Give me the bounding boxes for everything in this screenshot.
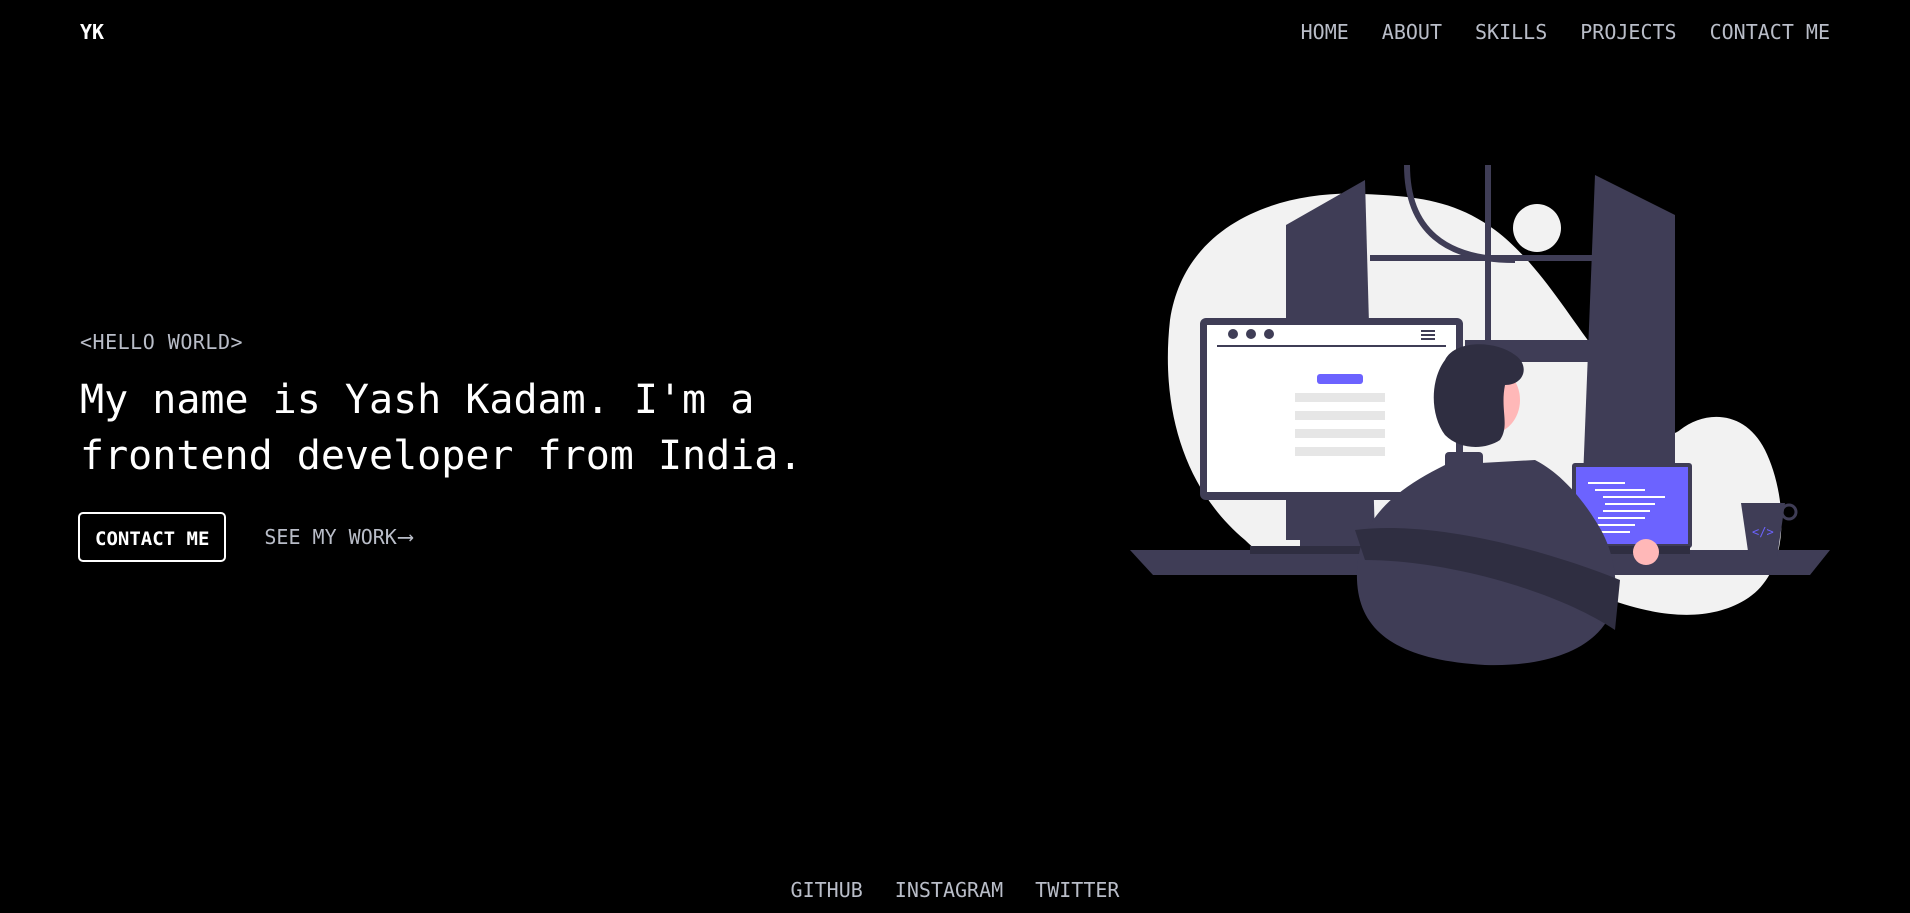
person-neck	[1445, 452, 1483, 472]
monitor-menu-icon-2	[1421, 334, 1435, 336]
developer-at-desk-illustration: </>	[1130, 164, 1830, 666]
monitor-line-2	[1295, 411, 1385, 420]
monitor-button-bar	[1317, 374, 1363, 384]
footer-social-links: GITHUB INSTAGRAM TWITTER	[0, 878, 1910, 902]
footer-link-twitter[interactable]: TWITTER	[1035, 878, 1119, 902]
monitor-menu-icon	[1421, 330, 1435, 332]
footer-link-github[interactable]: GITHUB	[791, 878, 863, 902]
code-brackets-icon: </>	[1752, 525, 1774, 539]
nav-home[interactable]: HOME	[1301, 20, 1349, 44]
monitor-base	[1250, 546, 1370, 554]
hero-actions: CONTACT ME SEE MY WORK ⟶	[78, 512, 412, 562]
see-my-work-link[interactable]: SEE MY WORK ⟶	[264, 525, 412, 550]
footer-link-instagram[interactable]: INSTAGRAM	[895, 878, 1003, 902]
monitor-screen	[1207, 325, 1456, 492]
contact-me-button[interactable]: CONTACT ME	[78, 512, 227, 562]
monitor-line-3	[1295, 429, 1385, 438]
monitor-menu-icon-3	[1421, 338, 1435, 340]
arrow-right-icon: ⟶	[398, 524, 413, 550]
mug-handle	[1780, 503, 1798, 521]
monitor-dot-2	[1246, 329, 1256, 339]
moon	[1513, 204, 1561, 252]
nav-skills[interactable]: SKILLS	[1475, 20, 1547, 44]
logo[interactable]: YK	[80, 20, 104, 44]
person-hand	[1633, 539, 1659, 565]
monitor-line-4	[1295, 447, 1385, 456]
nav-contact-me[interactable]: CONTACT ME	[1710, 20, 1830, 44]
see-my-work-label: SEE MY WORK	[264, 525, 397, 549]
main-nav: HOME ABOUT SKILLS PROJECTS CONTACT ME	[1301, 20, 1830, 44]
hero-headline: My name is Yash Kadam. I'm a frontend de…	[80, 377, 803, 479]
monitor-line-1	[1295, 393, 1385, 402]
monitor-dot-3	[1264, 329, 1274, 339]
monitor-divider	[1217, 345, 1446, 347]
monitor-stand	[1300, 500, 1365, 550]
nav-about[interactable]: ABOUT	[1382, 20, 1442, 44]
nav-projects[interactable]: PROJECTS	[1580, 20, 1676, 44]
monitor-dot-1	[1228, 329, 1238, 339]
hello-world-eyebrow: <HELLO WORLD>	[80, 330, 244, 354]
